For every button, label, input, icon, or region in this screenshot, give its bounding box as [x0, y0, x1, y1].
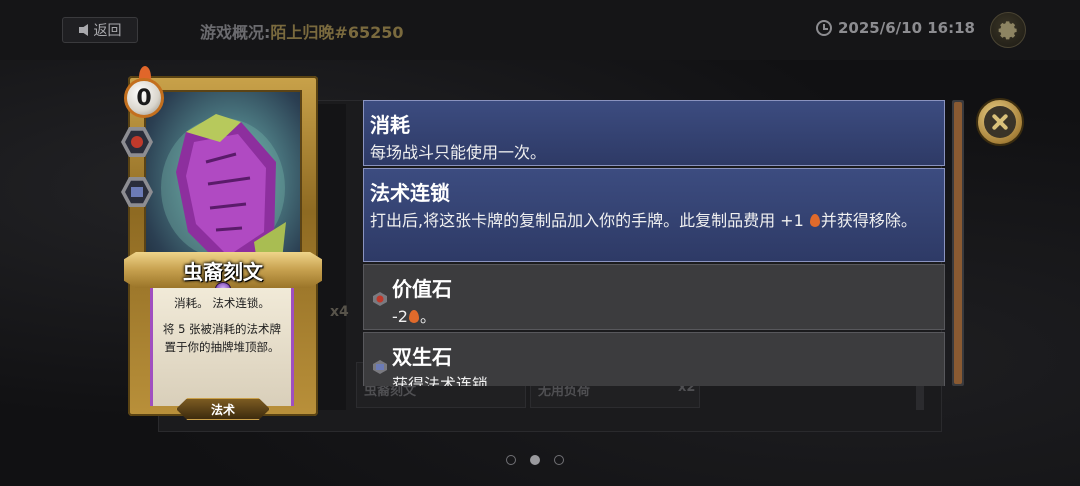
datetime-text: 2025/6/10 16:18: [838, 19, 975, 37]
tooltip-desc-part: 。: [419, 307, 436, 326]
card-keywords: 消耗。 法术连锁。: [174, 296, 270, 310]
settings-button[interactable]: [990, 12, 1026, 48]
game-id: 陌上归晚#65250: [270, 23, 404, 42]
gear-icon: [998, 21, 1017, 40]
page-dot[interactable]: [506, 455, 516, 465]
page-dot-active[interactable]: [530, 455, 540, 465]
tooltip-desc-part: -2: [392, 307, 408, 326]
card-count-badge: x4: [330, 304, 349, 320]
tooltip-scrollbar-thumb[interactable]: [954, 102, 962, 384]
pagination: [506, 455, 564, 465]
tooltip-twin-stone: 双生石 获得法术连锁: [363, 332, 945, 386]
card-type: 法术: [210, 402, 235, 417]
tooltip-title: 价值石: [392, 277, 452, 301]
top-bar: 返回 游戏概况:陌上归晚#65250 2025/6/10 16:18: [0, 0, 1080, 60]
twin-stone-icon: [373, 360, 387, 374]
card-name: 虫裔刻文: [183, 259, 263, 284]
card-text-box: 消耗。 法术连锁。 将 5 张被消耗的法术牌置于你的抽牌堆顶部。: [150, 288, 294, 406]
game-overview: 游戏概况:陌上归晚#65250: [200, 19, 403, 43]
tooltip-desc: 获得法术连锁: [392, 375, 489, 386]
back-button[interactable]: 返回: [62, 17, 138, 43]
keyword-tooltip-list[interactable]: 消耗 每场战斗只能使用一次。 法术连锁 打出后,将这张卡牌的复制品加入你的手牌。…: [363, 100, 945, 386]
close-icon: [984, 106, 1016, 138]
back-arrow-icon: [78, 24, 88, 36]
tooltip-value-stone: 价值石 -2 。: [363, 264, 945, 330]
card-type-banner: 法术: [176, 398, 270, 420]
flame-icon: [809, 214, 820, 227]
tooltip-desc: 打出后,将这张卡牌的复制品加入你的手牌。此复制品费用 +1 并获得移除。: [370, 209, 930, 233]
value-stone-icon: [373, 292, 387, 306]
tooltip-desc-part: 打出后,将这张卡牌的复制品加入你的手牌。此复制品费用 +1: [370, 211, 804, 230]
tooltip-title: 法术连锁: [370, 181, 450, 205]
tooltip-consume: 消耗 每场战斗只能使用一次。: [363, 100, 945, 166]
tooltip-title: 双生石: [392, 345, 452, 369]
card-effect: 将 5 张被消耗的法术牌置于你的抽牌堆顶部。: [162, 322, 282, 354]
tooltip-desc: -2 。: [392, 305, 436, 329]
clock-icon: [816, 20, 832, 36]
datetime: 2025/6/10 16:18: [816, 19, 975, 37]
overview-label: 游戏概况:: [200, 23, 271, 42]
tooltip-desc-part: 并获得移除。: [820, 211, 917, 230]
flame-icon: [408, 310, 419, 323]
page-dot[interactable]: [554, 455, 564, 465]
tooltip-title: 消耗: [370, 113, 410, 137]
close-button[interactable]: [976, 98, 1024, 146]
tooltip-desc: 每场战斗只能使用一次。: [370, 143, 547, 162]
tooltip-spell-chain: 法术连锁 打出后,将这张卡牌的复制品加入你的手牌。此复制品费用 +1 并获得移除…: [363, 168, 945, 262]
card-cost: 0: [124, 78, 164, 118]
back-label: 返回: [93, 23, 122, 39]
